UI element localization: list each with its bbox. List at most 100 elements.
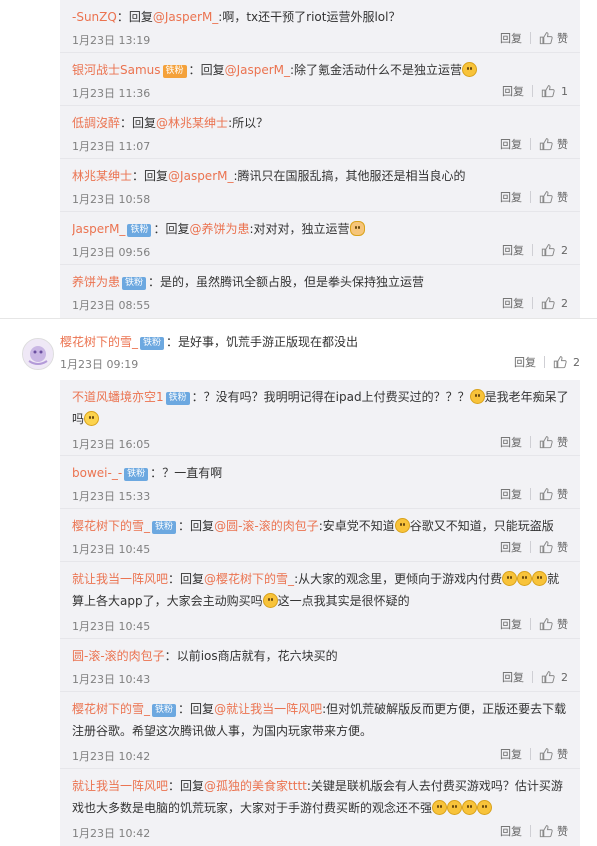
mention-link[interactable]: @JasperM_ [153, 10, 218, 24]
thumbs-up-icon [539, 138, 553, 151]
avatar[interactable] [22, 338, 54, 370]
reply-text: ？没有吗？我明明记得在ipad上付费买过的？？？ [203, 390, 470, 404]
reply-username[interactable]: 林兆某绅士 [72, 169, 132, 183]
like-button[interactable]: 2 [541, 296, 568, 310]
mention-link[interactable]: @JasperM_ [168, 169, 233, 183]
like-button[interactable]: 赞 [539, 616, 568, 632]
like-button[interactable]: 赞 [539, 539, 568, 555]
reply-item: 林兆某绅士：回复@JasperM_:腾讯只在国服乱搞，其他服还是相当良心的 1月… [60, 159, 580, 212]
reply-button[interactable]: 回复 [500, 539, 522, 555]
reply-username[interactable]: bowei-_- [72, 466, 122, 480]
reply-button[interactable]: 回复 [500, 746, 522, 762]
reply-button[interactable]: 回复 [500, 616, 522, 632]
reply-button[interactable]: 回复 [502, 83, 524, 99]
laugh-cry-emoji-icon [262, 593, 278, 608]
reply-username[interactable]: 樱花树下的雪_ [72, 519, 150, 533]
thumbs-up-icon [553, 356, 567, 369]
like-count: 2 [573, 355, 580, 369]
reply-text-cont: 谷歌又不知道，只能玩盗版 [409, 519, 554, 533]
reply-item: bowei-_- 铁粉 ：？一直有啊 1月23日 15:33 回复 赞 [60, 456, 580, 509]
reply-time: 1月23日 09:56 [72, 246, 151, 259]
laugh-cry-emoji-icon [432, 800, 448, 815]
fan-badge: 铁粉 [127, 224, 152, 237]
doge-emoji-icon [349, 221, 365, 236]
fan-badge: 铁粉 [162, 65, 187, 78]
reply-username[interactable]: 养饼为患 [72, 275, 120, 289]
fan-badge: 铁粉 [124, 468, 149, 481]
like-button[interactable]: 赞 [539, 434, 568, 450]
reply-username[interactable]: 就让我当一阵风吧 [72, 572, 168, 586]
reply-list: -SunZQ：回复@JasperM_:啊，tx还干预了riot运营外服lol？ … [60, 0, 580, 318]
reply-button[interactable]: 回复 [500, 486, 522, 502]
like-button[interactable]: 赞 [539, 823, 568, 839]
like-button[interactable]: 赞 [539, 189, 568, 205]
divider [532, 671, 533, 683]
reply-username[interactable]: 低調沒醉 [72, 116, 120, 130]
reply-item: 樱花树下的雪_ 铁粉 ：回复@圆-滚-滚的肉包子:安卓党不知道 谷歌又不知道，只能玩盗… [60, 509, 580, 562]
reply-button[interactable]: 回复 [500, 823, 522, 839]
reply-text: :所以？ [228, 116, 269, 130]
reply-username[interactable]: JasperM_ [72, 222, 125, 236]
mention-link[interactable]: @孤独的美食家tttt [204, 779, 307, 793]
mention-link[interactable]: @养饼为患 [189, 222, 249, 236]
thumbs-up-icon [539, 436, 553, 449]
reply-item: 银河战士Samus 铁粉 ：回复@JasperM_:除了氪金活动什么不是独立运营 1… [60, 53, 580, 106]
mention-link[interactable]: @樱花树下的雪_ [204, 572, 294, 586]
reply-item: 就让我当一阵风吧：回复@樱花树下的雪_:从大家的观念里，更倾向于游戏内付费 就算上… [60, 562, 580, 639]
divider [530, 825, 531, 837]
reply-username[interactable]: -SunZQ [72, 10, 117, 24]
reply-username[interactable]: 银河战士Samus [72, 63, 161, 77]
reply-item: 养饼为患 铁粉 ：是的，虽然腾讯全额占股，但是拳头保持独立运营 1月23日 08:5… [72, 275, 568, 312]
like-button[interactable]: 2 [553, 355, 580, 369]
mention-link[interactable]: @圆-滚-滚的肉包子 [214, 519, 319, 533]
reply-button[interactable]: 回复 [502, 242, 524, 258]
comment-page: -SunZQ：回复@JasperM_:啊，tx还干预了riot运营外服lol？ … [0, 0, 597, 846]
reply-button[interactable]: 回复 [514, 354, 536, 370]
mention-link[interactable]: @就让我当一阵风吧 [214, 702, 322, 716]
divider [530, 541, 531, 553]
reply-button[interactable]: 回复 [500, 189, 522, 205]
thumbs-up-icon [539, 32, 553, 45]
fan-badge: 铁粉 [165, 392, 190, 405]
reply-username[interactable]: 樱花树下的雪_ [72, 702, 150, 716]
like-button[interactable]: 赞 [539, 486, 568, 502]
reply-item: 不道风蟠境亦空1 铁粉 ：？没有吗？我明明记得在ipad上付费买过的？？？ 是我老年痴… [60, 380, 580, 456]
like-count: 赞 [557, 488, 568, 501]
mention-link[interactable]: @林兆某绅士 [156, 116, 228, 130]
comment-username[interactable]: 樱花树下的雪_ [60, 335, 138, 349]
like-button[interactable]: 赞 [539, 136, 568, 152]
like-button[interactable]: 赞 [539, 30, 568, 46]
reply-button[interactable]: 回复 [500, 434, 522, 450]
like-count: 赞 [557, 32, 568, 45]
reply-time: 1月23日 11:07 [72, 140, 151, 153]
comment-time: 1月23日 09:19 [60, 358, 139, 371]
reply-item: 樱花树下的雪_ 铁粉 ：回复@就让我当一阵风吧:但对饥荒破解版反而更方便，正版还要去… [60, 692, 580, 769]
mention-link[interactable]: @JasperM_ [225, 63, 290, 77]
reply-button[interactable]: 回复 [500, 30, 522, 46]
like-button[interactable]: 1 [541, 84, 568, 98]
reply-username[interactable]: 就让我当一阵风吧 [72, 779, 168, 793]
reply-username[interactable]: 圆-滚-滚的肉包子 [72, 649, 165, 663]
laugh-cry-emoji-icon [462, 800, 478, 815]
like-count: 2 [561, 296, 568, 310]
like-count: 赞 [557, 138, 568, 151]
reply-time: 1月23日 10:42 [72, 750, 151, 763]
reply-item: 就让我当一阵风吧：回复@孤独的美食家tttt:关键是联机版会有人去付费买游戏吗？… [72, 779, 568, 840]
like-button[interactable]: 2 [541, 243, 568, 257]
reply-time: 1月23日 16:05 [72, 438, 151, 451]
reply-text: :安卓党不知道 [318, 519, 395, 533]
reply-button[interactable]: 回复 [500, 136, 522, 152]
divider [530, 488, 531, 500]
reply-text: :除了氪金活动什么不是独立运营 [290, 63, 463, 77]
reply-username[interactable]: 不道风蟠境亦空1 [72, 390, 164, 404]
like-button[interactable]: 赞 [539, 746, 568, 762]
reply-item: JasperM_ 铁粉 ：回复@养饼为患:对对对，独立运营 1月23日 09:56 … [60, 212, 580, 265]
like-button[interactable]: 2 [541, 670, 568, 684]
facepalm-emoji-icon [469, 389, 485, 404]
reply-button[interactable]: 回复 [502, 669, 524, 685]
reply-time: 1月23日 10:43 [72, 673, 151, 686]
reply-text: :腾讯只在国服乱搞，其他服还是相当良心的 [233, 169, 466, 183]
like-count: 赞 [557, 541, 568, 554]
comment-divider [0, 318, 597, 319]
reply-button[interactable]: 回复 [502, 295, 524, 311]
